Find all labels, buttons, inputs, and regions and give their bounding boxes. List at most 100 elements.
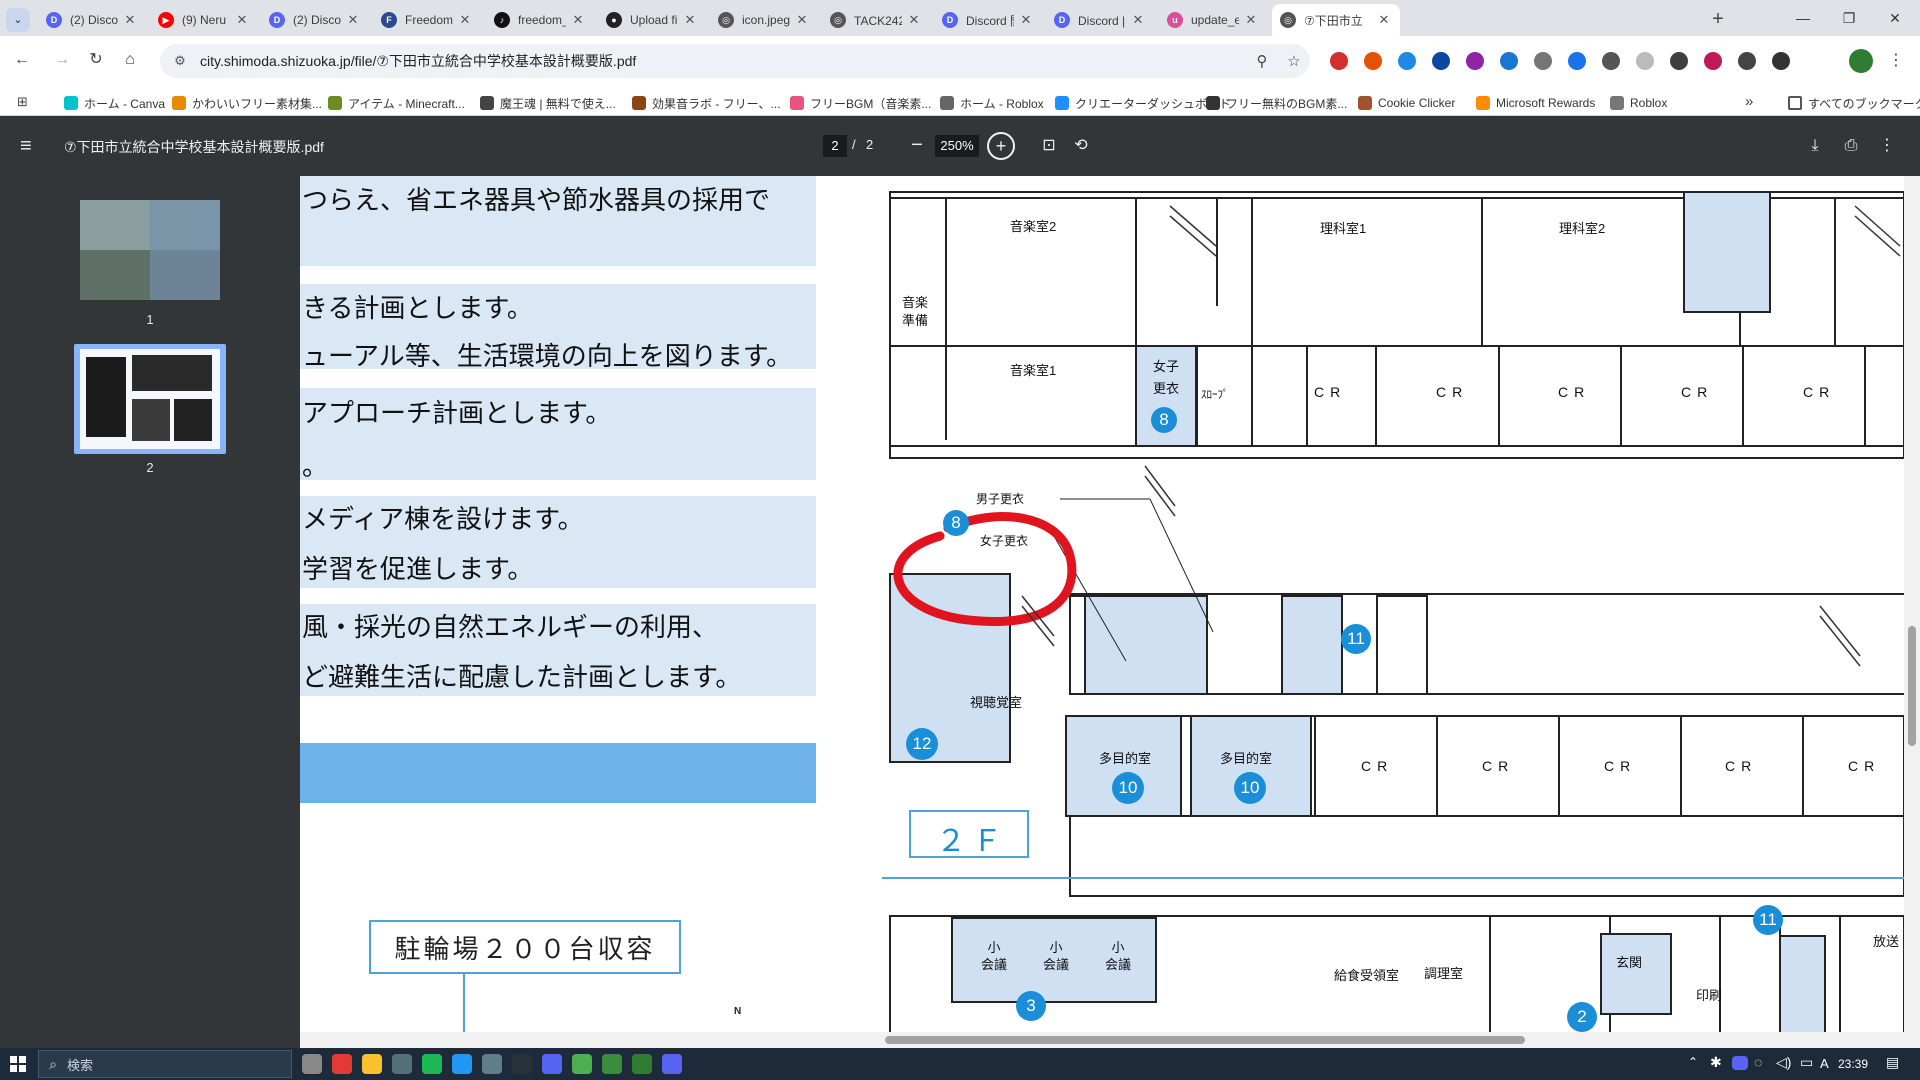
forward-button[interactable]: → xyxy=(48,46,76,74)
restore-button[interactable]: ❐ xyxy=(1826,6,1872,30)
orange-extension-icon[interactable] xyxy=(1364,52,1382,70)
bookmark-item[interactable]: Roblox xyxy=(1610,94,1667,112)
tab-close-icon[interactable]: ✕ xyxy=(457,12,473,28)
ime-indicator[interactable]: A xyxy=(1820,1056,1829,1071)
bookmark-item[interactable]: かわいいフリー素材集... xyxy=(172,94,322,112)
browser-tab[interactable]: D (2) Discord | ✕ xyxy=(38,4,146,36)
media-extension-icon[interactable] xyxy=(1772,52,1790,70)
fit-page-icon[interactable]: ⊡ xyxy=(1037,134,1061,158)
tab-close-icon[interactable]: ✕ xyxy=(906,12,922,28)
bookmark-item[interactable]: Microsoft Rewards xyxy=(1476,94,1595,112)
thumbnail-page-2[interactable] xyxy=(80,349,220,449)
color-extension-icon[interactable] xyxy=(1466,52,1484,70)
hscroll-thumb[interactable] xyxy=(885,1036,1525,1044)
store-icon[interactable] xyxy=(392,1054,412,1074)
notification-icon[interactable]: ▤ xyxy=(1886,1054,1899,1071)
r-extension-icon[interactable] xyxy=(1432,52,1450,70)
horizontal-scrollbar[interactable] xyxy=(300,1032,1904,1048)
browser-tab[interactable]: ◎ ⑦下田市立 ✕ xyxy=(1272,4,1400,36)
tray-network-icon[interactable]: ◌ xyxy=(1754,1054,1762,1070)
profile-avatar[interactable] xyxy=(1849,49,1873,73)
page-number-input[interactable]: 2 xyxy=(823,135,847,157)
window-extension-icon[interactable] xyxy=(1602,52,1620,70)
puzzle-extension-icon[interactable] xyxy=(1738,52,1756,70)
dark-extension-icon[interactable] xyxy=(1670,52,1688,70)
bookmark-item[interactable]: クリエーターダッシュボード xyxy=(1055,94,1231,112)
tray-chevron-icon[interactable]: ⌃ xyxy=(1688,1055,1698,1069)
browser-tab[interactable]: F Freedom_M ✕ xyxy=(373,4,481,36)
close-window-button[interactable]: ✕ xyxy=(1872,6,1918,30)
browser-icon[interactable] xyxy=(332,1054,352,1074)
more-actions-icon[interactable]: ⋮ xyxy=(1875,134,1899,158)
tab-close-icon[interactable]: ✕ xyxy=(682,12,698,28)
browser-tab[interactable]: ♪ freedom_ma ✕ xyxy=(486,4,594,36)
browser-tab[interactable]: ▶ (9) Neru ✕ xyxy=(150,4,258,36)
zoom-input[interactable]: 250% xyxy=(935,135,979,157)
bookmark-item[interactable]: フリー無料のBGM素... xyxy=(1206,94,1347,112)
photos-icon[interactable] xyxy=(482,1054,502,1074)
browser-tab[interactable]: D Discord | アプ ✕ xyxy=(1046,4,1154,36)
tab-close-icon[interactable]: ✕ xyxy=(122,12,138,28)
sidebar-menu-icon[interactable]: ≡ xyxy=(20,134,44,158)
tab-close-icon[interactable]: ✕ xyxy=(794,12,810,28)
bookmark-item[interactable]: ホーム - Roblox xyxy=(940,94,1044,112)
bookmark-item[interactable]: 効果音ラボ - フリー、... xyxy=(632,94,781,112)
discord-alt-icon[interactable] xyxy=(662,1054,682,1074)
address-url[interactable]: city.shimoda.shizuoka.jp/file/⑦下田市立統合中学校… xyxy=(200,51,1246,71)
rotate-icon[interactable]: ⟲ xyxy=(1069,134,1093,158)
address-bar[interactable]: ⚙ city.shimoda.shizuoka.jp/file/⑦下田市立統合中… xyxy=(160,44,1310,78)
tab-close-icon[interactable]: ✕ xyxy=(345,12,361,28)
download-icon[interactable]: ⤓ xyxy=(1803,134,1827,158)
browser-tab[interactable]: ◎ TACK2427の ✕ xyxy=(822,4,930,36)
star-extension-icon[interactable] xyxy=(1636,52,1654,70)
gray-extension-icon[interactable] xyxy=(1534,52,1552,70)
taskbar-clock[interactable]: 23:39 xyxy=(1838,1057,1868,1071)
bookmark-item[interactable]: ホーム - Canva xyxy=(64,94,165,112)
chat-extension-icon[interactable] xyxy=(1704,52,1722,70)
chrome-icon[interactable] xyxy=(572,1054,592,1074)
tab-close-icon[interactable]: ✕ xyxy=(570,12,586,28)
file-explorer-icon[interactable] xyxy=(362,1054,382,1074)
tray-discord-icon[interactable] xyxy=(1732,1056,1748,1070)
discord-icon[interactable] xyxy=(542,1054,562,1074)
tray-settings-icon[interactable]: ✱ xyxy=(1710,1054,1722,1071)
zoom-out-button[interactable]: − xyxy=(905,132,929,160)
browser-tab[interactable]: D Discord 開発 ✕ xyxy=(934,4,1042,36)
reload-button[interactable]: ↻ xyxy=(82,46,110,74)
bookmark-item[interactable]: アイテム - Minecraft... xyxy=(328,94,465,112)
red-extension-icon[interactable] xyxy=(1330,52,1348,70)
browser-tab[interactable]: ● Upload files ✕ xyxy=(598,4,706,36)
bookmark-item[interactable]: 魔王魂 | 無料で使え... xyxy=(480,94,616,112)
tray-volume-icon[interactable]: ◁) xyxy=(1776,1054,1791,1071)
tab-close-icon[interactable]: ✕ xyxy=(234,12,250,28)
minecraft-icon[interactable] xyxy=(602,1054,622,1074)
site-info-icon[interactable]: ⚙ xyxy=(160,53,200,69)
vertical-scrollbar[interactable] xyxy=(1904,176,1920,1048)
thumbnail-page-1[interactable] xyxy=(80,200,220,300)
scrollbar-thumb[interactable] xyxy=(1908,626,1916,746)
menu-kebab-icon[interactable]: ⋮ xyxy=(1886,49,1906,73)
new-tab-button[interactable]: + xyxy=(1706,8,1730,32)
taskbar-search[interactable]: ⌕ 検索 xyxy=(38,1050,292,1078)
tab-close-icon[interactable]: ✕ xyxy=(1376,12,1392,28)
spotify-icon[interactable] xyxy=(422,1054,442,1074)
tab-close-icon[interactable]: ✕ xyxy=(1018,12,1034,28)
tab-search-button[interactable]: ⌄ xyxy=(6,8,30,32)
all-bookmarks-folder[interactable]: すべてのブックマーク xyxy=(1788,94,1920,112)
game-icon[interactable] xyxy=(632,1054,652,1074)
browser-tab[interactable]: D (2) Discord | ✕ xyxy=(261,4,369,36)
pdf-page-view[interactable]: つらえ、省エネ器具や節水器具の採用で きる計画とします。 ューアル等、生活環境の… xyxy=(300,176,1904,1048)
home-button[interactable]: ⌂ xyxy=(116,46,144,74)
zoom-in-button[interactable]: + xyxy=(987,132,1015,160)
bookmark-item[interactable]: Cookie Clicker xyxy=(1358,94,1455,112)
translate-extension-icon[interactable] xyxy=(1568,52,1586,70)
browser-tab[interactable]: ◎ icon.jpeg (8 ✕ xyxy=(710,4,818,36)
bookmark-star-icon[interactable]: ☆ xyxy=(1278,52,1310,70)
app-icon[interactable] xyxy=(512,1054,532,1074)
browser-tab[interactable]: u update_even ✕ xyxy=(1159,4,1267,36)
start-windows-icon[interactable] xyxy=(10,1056,26,1072)
apps-grid-icon[interactable]: ⊞ xyxy=(17,94,33,110)
back-button[interactable]: ← xyxy=(8,46,36,74)
notes-icon[interactable] xyxy=(452,1054,472,1074)
bookmarks-more-button[interactable]: » xyxy=(1745,93,1753,110)
